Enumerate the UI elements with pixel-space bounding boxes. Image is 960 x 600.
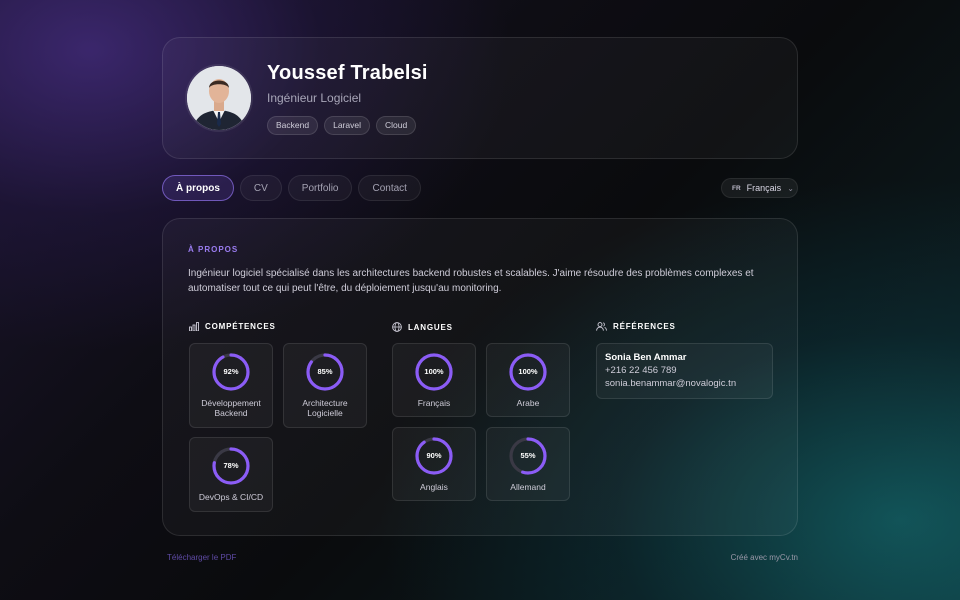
skill-label: Développement Backend <box>201 398 261 418</box>
reference-name: Sonia Ben Ammar <box>605 352 687 363</box>
language-value: Français <box>746 183 782 193</box>
language-tile: 100% Français <box>392 343 476 417</box>
section-title: À PROPOS <box>188 245 239 254</box>
about-section-card: À PROPOS Ingénieur logiciel spécialisé d… <box>162 218 798 536</box>
language-label: Arabe <box>516 398 540 408</box>
skill-label: DevOps & CI/CD <box>198 492 264 502</box>
skill-label: Architecture Logicielle <box>302 398 348 418</box>
skill-tags: Backend Laravel Cloud <box>267 116 417 135</box>
language-label: Anglais <box>420 482 448 492</box>
footer-credit: Créé avec myCv.tn <box>730 553 798 562</box>
nav-tabs: À propos CV Portfolio Contact <box>162 175 421 201</box>
language-label: Allemand <box>510 482 546 492</box>
profile-photo <box>187 66 251 130</box>
reference-card: Sonia Ben Ammar +216 22 456 789 sonia.be… <box>596 343 773 399</box>
users-icon <box>596 322 607 331</box>
languages-heading: LANGUES <box>392 322 453 332</box>
tab-contact[interactable]: Contact <box>358 175 421 201</box>
reference-phone[interactable]: +216 22 456 789 <box>605 364 764 377</box>
skill-tile: 85% Architecture Logicielle <box>283 343 367 428</box>
references-heading: RÉFÉRENCES <box>596 322 676 331</box>
tag-laravel: Laravel <box>324 116 370 135</box>
about-text: Ingénieur logiciel spécialisé dans les a… <box>188 268 754 294</box>
tab-portfolio[interactable]: Portfolio <box>287 175 353 201</box>
language-code: FR <box>732 184 741 192</box>
language-label: Français <box>417 398 451 408</box>
profile-header-card: Youssef Trabelsi Ingénieur Logiciel Back… <box>162 37 798 159</box>
progress-value: 92% <box>223 367 239 376</box>
profile-name: Youssef Trabelsi <box>267 62 428 84</box>
language-selector[interactable]: FR Français ⌄ <box>721 178 798 198</box>
languages-title: LANGUES <box>408 322 453 332</box>
skill-tile: 78% DevOps & CI/CD <box>189 437 273 512</box>
tag-backend: Backend <box>267 116 319 135</box>
progress-value: 55% <box>520 451 536 460</box>
globe-icon <box>392 322 402 332</box>
reference-email[interactable]: sonia.benammar@novalogic.tn <box>605 377 764 390</box>
language-tile: 55% Allemand <box>486 427 570 501</box>
language-tile: 90% Anglais <box>392 427 476 501</box>
download-pdf-link[interactable]: Télécharger le PDF <box>167 553 236 562</box>
skill-tile: 92% Développement Backend <box>189 343 273 428</box>
tab-a-propos[interactable]: À propos <box>162 175 234 201</box>
avatar <box>187 66 251 130</box>
bar-chart-icon <box>189 322 199 331</box>
profile-role: Ingénieur Logiciel <box>267 91 362 105</box>
progress-value: 85% <box>317 367 333 376</box>
skills-heading: COMPÉTENCES <box>189 322 276 331</box>
language-tile: 100% Arabe <box>486 343 570 417</box>
chevron-down-icon: ⌄ <box>787 183 794 193</box>
tab-cv[interactable]: CV <box>239 175 282 201</box>
skills-title: COMPÉTENCES <box>205 322 276 331</box>
progress-value: 100% <box>518 367 538 376</box>
references-title: RÉFÉRENCES <box>613 322 676 331</box>
progress-value: 90% <box>426 451 442 460</box>
progress-value: 100% <box>424 367 444 376</box>
tag-cloud: Cloud <box>375 116 417 135</box>
progress-value: 78% <box>223 461 239 470</box>
